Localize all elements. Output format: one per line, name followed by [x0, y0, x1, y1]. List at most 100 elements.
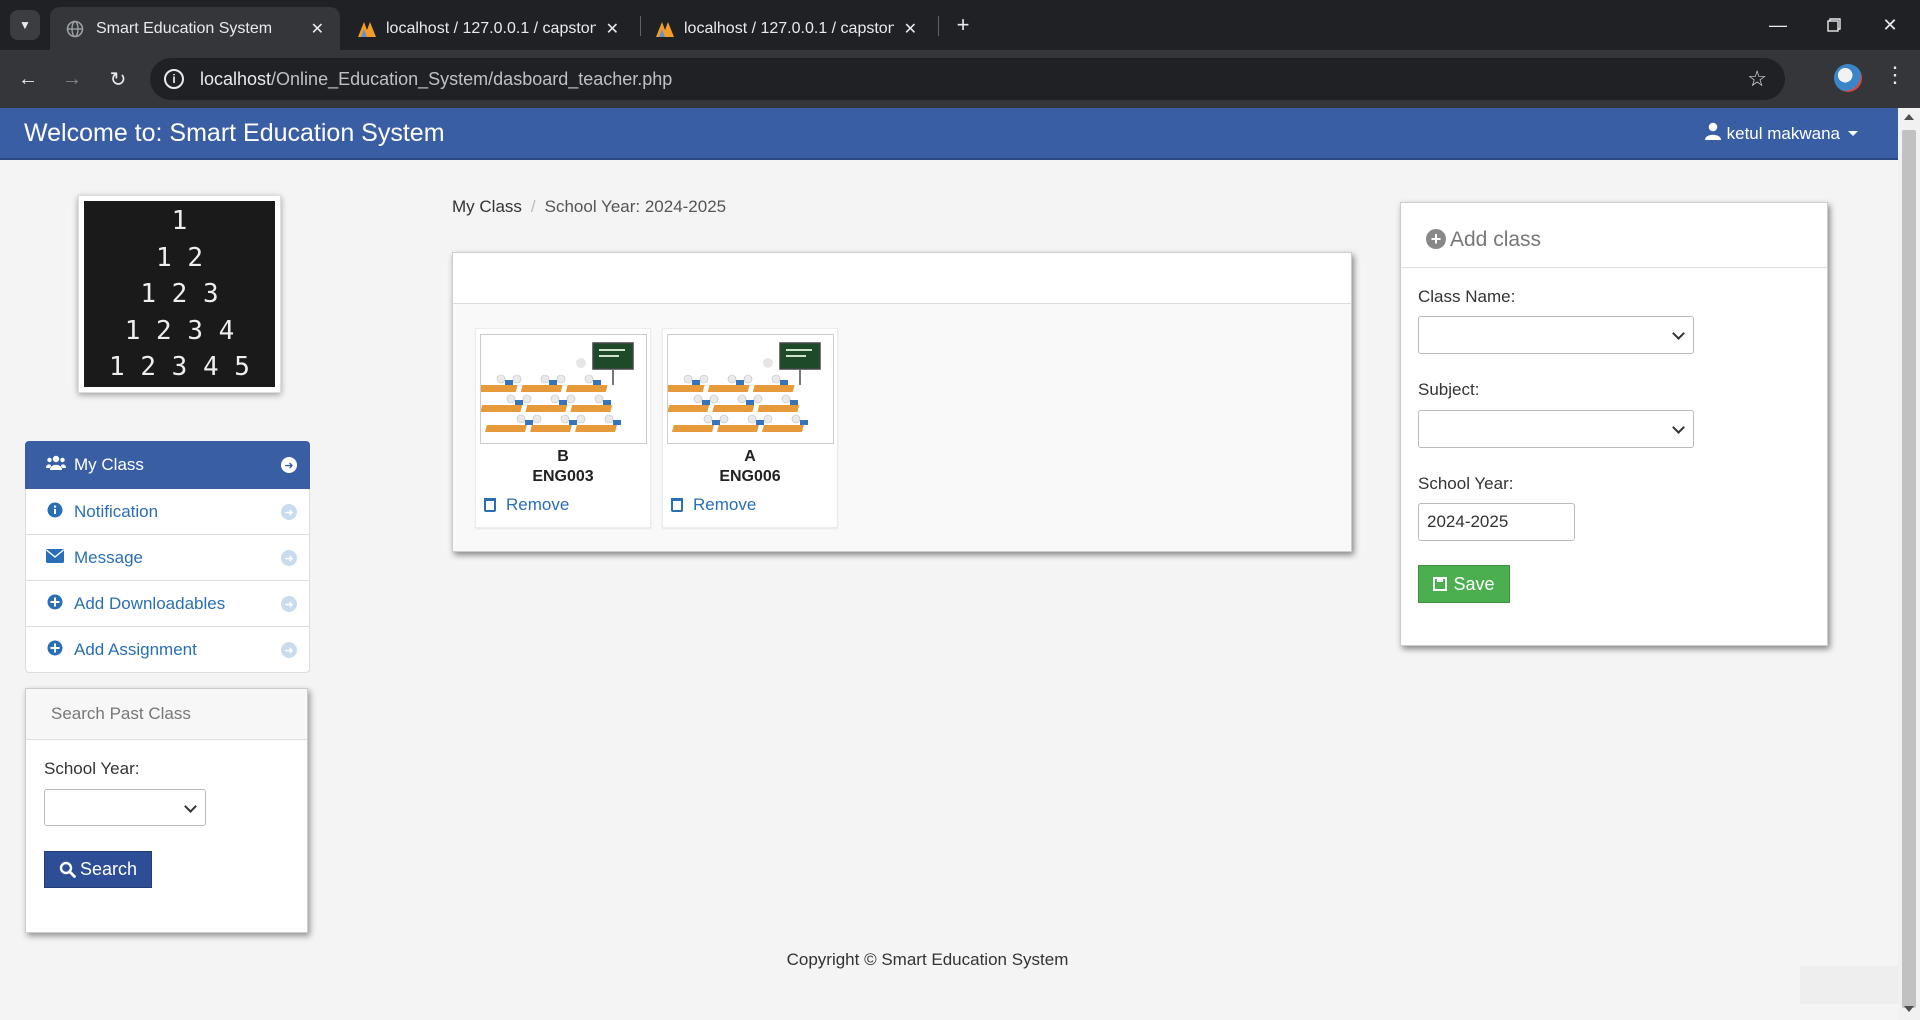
user-menu[interactable]: ketul makwana	[1704, 122, 1858, 145]
minimize-icon[interactable]: —	[1758, 8, 1798, 42]
sidebar-item-label: My Class	[74, 455, 144, 474]
user-name: ketul makwana	[1726, 123, 1840, 143]
class-title: B ENG003	[476, 447, 650, 487]
tab-search-button[interactable]: ▼	[10, 10, 40, 40]
sidebar-item-message[interactable]: Message ➜	[25, 535, 310, 581]
my-class-panel: B ENG003 Remove A ENG006 Remove	[452, 252, 1352, 552]
school-logo: 1 1 2 1 2 3 1 2 3 4 1 2 3 4 5	[78, 195, 281, 393]
plus-circle-icon	[46, 594, 64, 614]
number-pyramid-logo: 1 1 2 1 2 3 1 2 3 4 1 2 3 4 5	[84, 201, 275, 387]
logo-line: 1 2 3 4	[124, 315, 235, 346]
remove-class-link[interactable]: Remove	[484, 495, 569, 515]
class-name-label: Class Name:	[1418, 287, 1516, 306]
breadcrumb: My Class / School Year: 2024-2025	[452, 197, 726, 217]
class-code: ENG006	[719, 468, 781, 485]
scroll-down-icon[interactable]	[1904, 1006, 1914, 1012]
reload-icon[interactable]: ↻	[102, 63, 134, 95]
sidebar-item-my-class[interactable]: My Class ➜	[25, 441, 310, 489]
breadcrumb-root[interactable]: My Class	[452, 197, 522, 216]
tab-close-icon[interactable]: ✕	[311, 19, 324, 39]
sidebar-item-label: Message	[74, 547, 143, 567]
plus-circle-icon	[46, 640, 64, 660]
arrow-circle-right-icon: ➜	[281, 642, 297, 658]
class-card[interactable]: A ENG006 Remove	[662, 328, 838, 528]
logo-line: 1 2	[156, 242, 203, 273]
class-code: ENG003	[532, 468, 594, 485]
sidebar-item-notification[interactable]: Notification ➜	[25, 489, 310, 535]
site-info-icon[interactable]: i	[164, 69, 184, 89]
browser-tab-active[interactable]: Smart Education System ✕	[50, 7, 340, 50]
phpmyadmin-icon	[356, 20, 376, 38]
globe-icon	[66, 20, 84, 38]
sidebar-item-label: Add Assignment	[74, 639, 197, 659]
browser-tab[interactable]: localhost / 127.0.0.1 / capstone ✕	[638, 7, 933, 50]
chevron-down-icon	[1672, 327, 1685, 340]
user-icon	[1704, 122, 1721, 145]
school-year-label: School Year:	[1418, 474, 1514, 493]
tab-close-icon[interactable]: ✕	[904, 19, 917, 39]
search-past-class-panel: Search Past Class School Year: Search	[25, 688, 308, 933]
browser-toolbar: ← → ↻ i localhost/Online_Education_Syste…	[0, 50, 1920, 108]
sidebar-nav: My Class ➜ Notification ➜ Message ➜ Add …	[25, 441, 310, 673]
page-scrollbar[interactable]	[1898, 108, 1920, 1020]
chevron-down-icon	[1672, 421, 1685, 434]
scroll-up-icon[interactable]	[1904, 114, 1914, 120]
logo-line: 1 2 3	[140, 279, 219, 309]
panel-heading: + Add class	[1401, 203, 1827, 268]
forward-icon[interactable]: →	[56, 63, 88, 95]
subject-select[interactable]	[1418, 410, 1694, 448]
restore-icon[interactable]	[1814, 8, 1854, 42]
logo-line: 1 2 3 4 5	[109, 352, 250, 382]
users-icon	[46, 455, 66, 475]
sidebar-item-label: Add Downloadables	[74, 593, 226, 613]
save-button-label: Save	[1453, 573, 1495, 594]
sidebar-item-add-assignment[interactable]: Add Assignment ➜	[25, 627, 310, 673]
breadcrumb-current: School Year: 2024-2025	[544, 197, 727, 216]
classroom-image	[480, 334, 647, 444]
plus-circle-icon: +	[1426, 229, 1446, 249]
remove-class-link[interactable]: Remove	[671, 495, 756, 515]
tab-title: Smart Education System	[96, 19, 273, 37]
classroom-image	[667, 334, 834, 444]
corner-overlay	[1800, 966, 1898, 1004]
remove-label: Remove	[693, 495, 757, 514]
search-icon	[59, 861, 76, 878]
browser-tab[interactable]: localhost / 127.0.0.1 / capstone ✕	[340, 7, 635, 50]
panel-title: Add class	[1450, 228, 1542, 251]
search-button-label: Search	[79, 859, 138, 879]
bookmark-star-icon[interactable]: ☆	[1747, 66, 1767, 92]
trash-icon	[484, 498, 496, 512]
class-section: A	[744, 448, 756, 465]
floppy-disk-icon	[1433, 577, 1448, 591]
past-school-year-select[interactable]	[44, 789, 206, 826]
scroll-thumb[interactable]	[1902, 130, 1916, 1008]
arrow-circle-right-icon: ➜	[281, 504, 297, 520]
profile-avatar[interactable]	[1834, 64, 1862, 92]
site-header: Welcome to: Smart Education System ketul…	[0, 108, 1898, 160]
close-window-icon[interactable]: ✕	[1870, 8, 1910, 42]
save-button[interactable]: Save	[1418, 565, 1510, 603]
back-icon[interactable]: ←	[12, 63, 44, 95]
url-text: localhost/Online_Education_System/dasboa…	[200, 68, 673, 89]
search-button[interactable]: Search	[44, 851, 152, 888]
breadcrumb-separator: /	[530, 197, 536, 216]
caret-down-icon	[1848, 131, 1858, 136]
arrow-circle-right-icon: ➜	[281, 550, 297, 566]
class-name-select[interactable]	[1418, 316, 1694, 354]
tab-close-icon[interactable]: ✕	[606, 19, 619, 39]
remove-label: Remove	[506, 495, 570, 514]
tab-title: localhost / 127.0.0.1 / capstone	[386, 19, 596, 37]
sidebar-item-label: Notification	[74, 501, 159, 521]
school-year-input[interactable]: 2024-2025	[1418, 503, 1575, 541]
phpmyadmin-icon	[654, 20, 674, 38]
class-title: A ENG006	[663, 447, 837, 487]
tab-separator	[938, 16, 939, 36]
browser-menu-icon[interactable]: ⋮	[1884, 62, 1906, 88]
class-card[interactable]: B ENG003 Remove	[475, 328, 651, 528]
new-tab-button[interactable]: +	[948, 10, 978, 40]
sidebar-item-add-downloadables[interactable]: Add Downloadables ➜	[25, 581, 310, 627]
address-bar[interactable]: i localhost/Online_Education_System/dasb…	[150, 58, 1785, 100]
envelope-icon	[46, 548, 64, 567]
arrow-circle-right-icon: ➜	[281, 457, 297, 473]
browser-tab-bar: ▼ Smart Education System ✕ localhost / 1…	[0, 0, 1920, 50]
